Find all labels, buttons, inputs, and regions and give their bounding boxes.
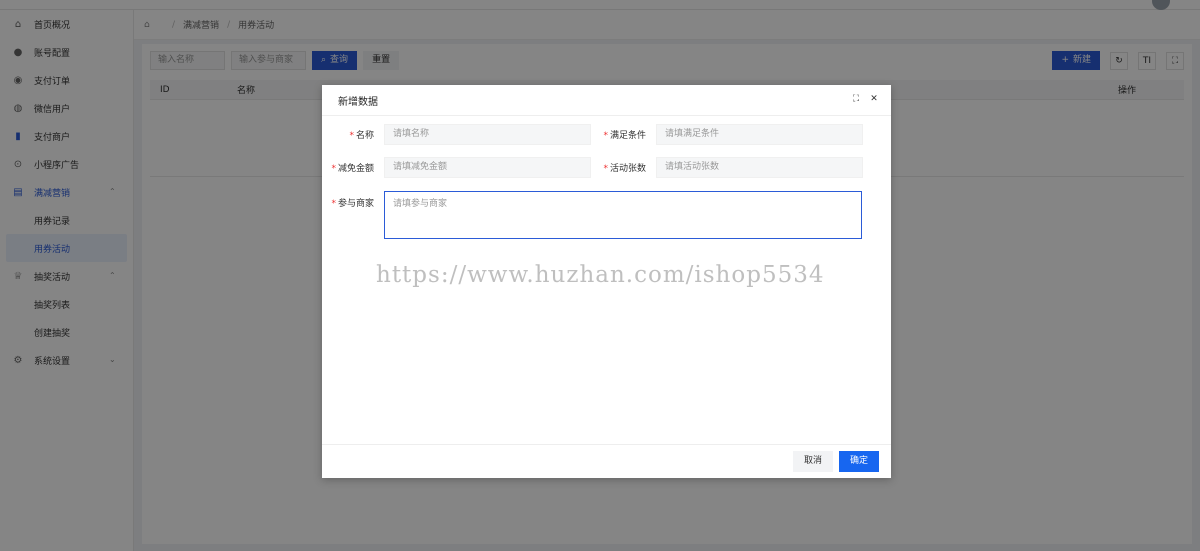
maximize-icon[interactable]: ⛶ bbox=[851, 94, 861, 104]
dialog-footer: 取消 确定 bbox=[322, 444, 891, 478]
close-icon[interactable]: ✕ bbox=[869, 94, 879, 104]
form-row-discount: * 减免金额 请填减免金额 bbox=[322, 157, 591, 178]
discount-label: * 减免金额 bbox=[322, 161, 384, 174]
discount-label-text: 减免金额 bbox=[337, 164, 374, 174]
form-row-condition: * 满足条件 请填满足条件 bbox=[594, 124, 863, 145]
merchant-label-text: 参与商家 bbox=[337, 199, 374, 209]
confirm-button[interactable]: 确定 bbox=[838, 451, 879, 472]
merchant-label: * 参与商家 bbox=[322, 191, 384, 209]
count-label: * 活动张数 bbox=[594, 161, 656, 174]
count-label-text: 活动张数 bbox=[609, 164, 646, 174]
condition-field[interactable]: 请填满足条件 bbox=[656, 124, 863, 145]
discount-field[interactable]: 请填减免金额 bbox=[384, 157, 591, 178]
dialog-actions: ⛶ ✕ bbox=[851, 94, 879, 104]
cancel-button[interactable]: 取消 bbox=[792, 451, 833, 472]
form-row-count: * 活动张数 请填活动张数 bbox=[594, 157, 863, 178]
required-mark: * bbox=[603, 131, 608, 141]
condition-label-text: 满足条件 bbox=[609, 131, 646, 141]
required-mark: * bbox=[603, 164, 608, 174]
form-row-name: * 名称 请填名称 bbox=[322, 124, 591, 145]
required-mark: * bbox=[331, 164, 336, 174]
form-row-merchant: * 参与商家 请填参与商家 bbox=[322, 191, 862, 239]
required-mark: * bbox=[349, 131, 354, 141]
merchant-textarea[interactable]: 请填参与商家 bbox=[384, 191, 862, 239]
dialog-buttons: 取消 确定 bbox=[792, 451, 879, 472]
name-label-text: 名称 bbox=[355, 131, 374, 141]
condition-label: * 满足条件 bbox=[594, 128, 656, 141]
name-field[interactable]: 请填名称 bbox=[384, 124, 591, 145]
dialog-header: 新增数据 ⛶ ✕ bbox=[322, 85, 891, 116]
count-field[interactable]: 请填活动张数 bbox=[656, 157, 863, 178]
name-label: * 名称 bbox=[322, 128, 384, 141]
dialog-title: 新增数据 bbox=[338, 96, 378, 108]
watermark-text: https://www.huzhan.com/ishop5534 bbox=[376, 262, 825, 288]
required-mark: * bbox=[331, 199, 336, 209]
